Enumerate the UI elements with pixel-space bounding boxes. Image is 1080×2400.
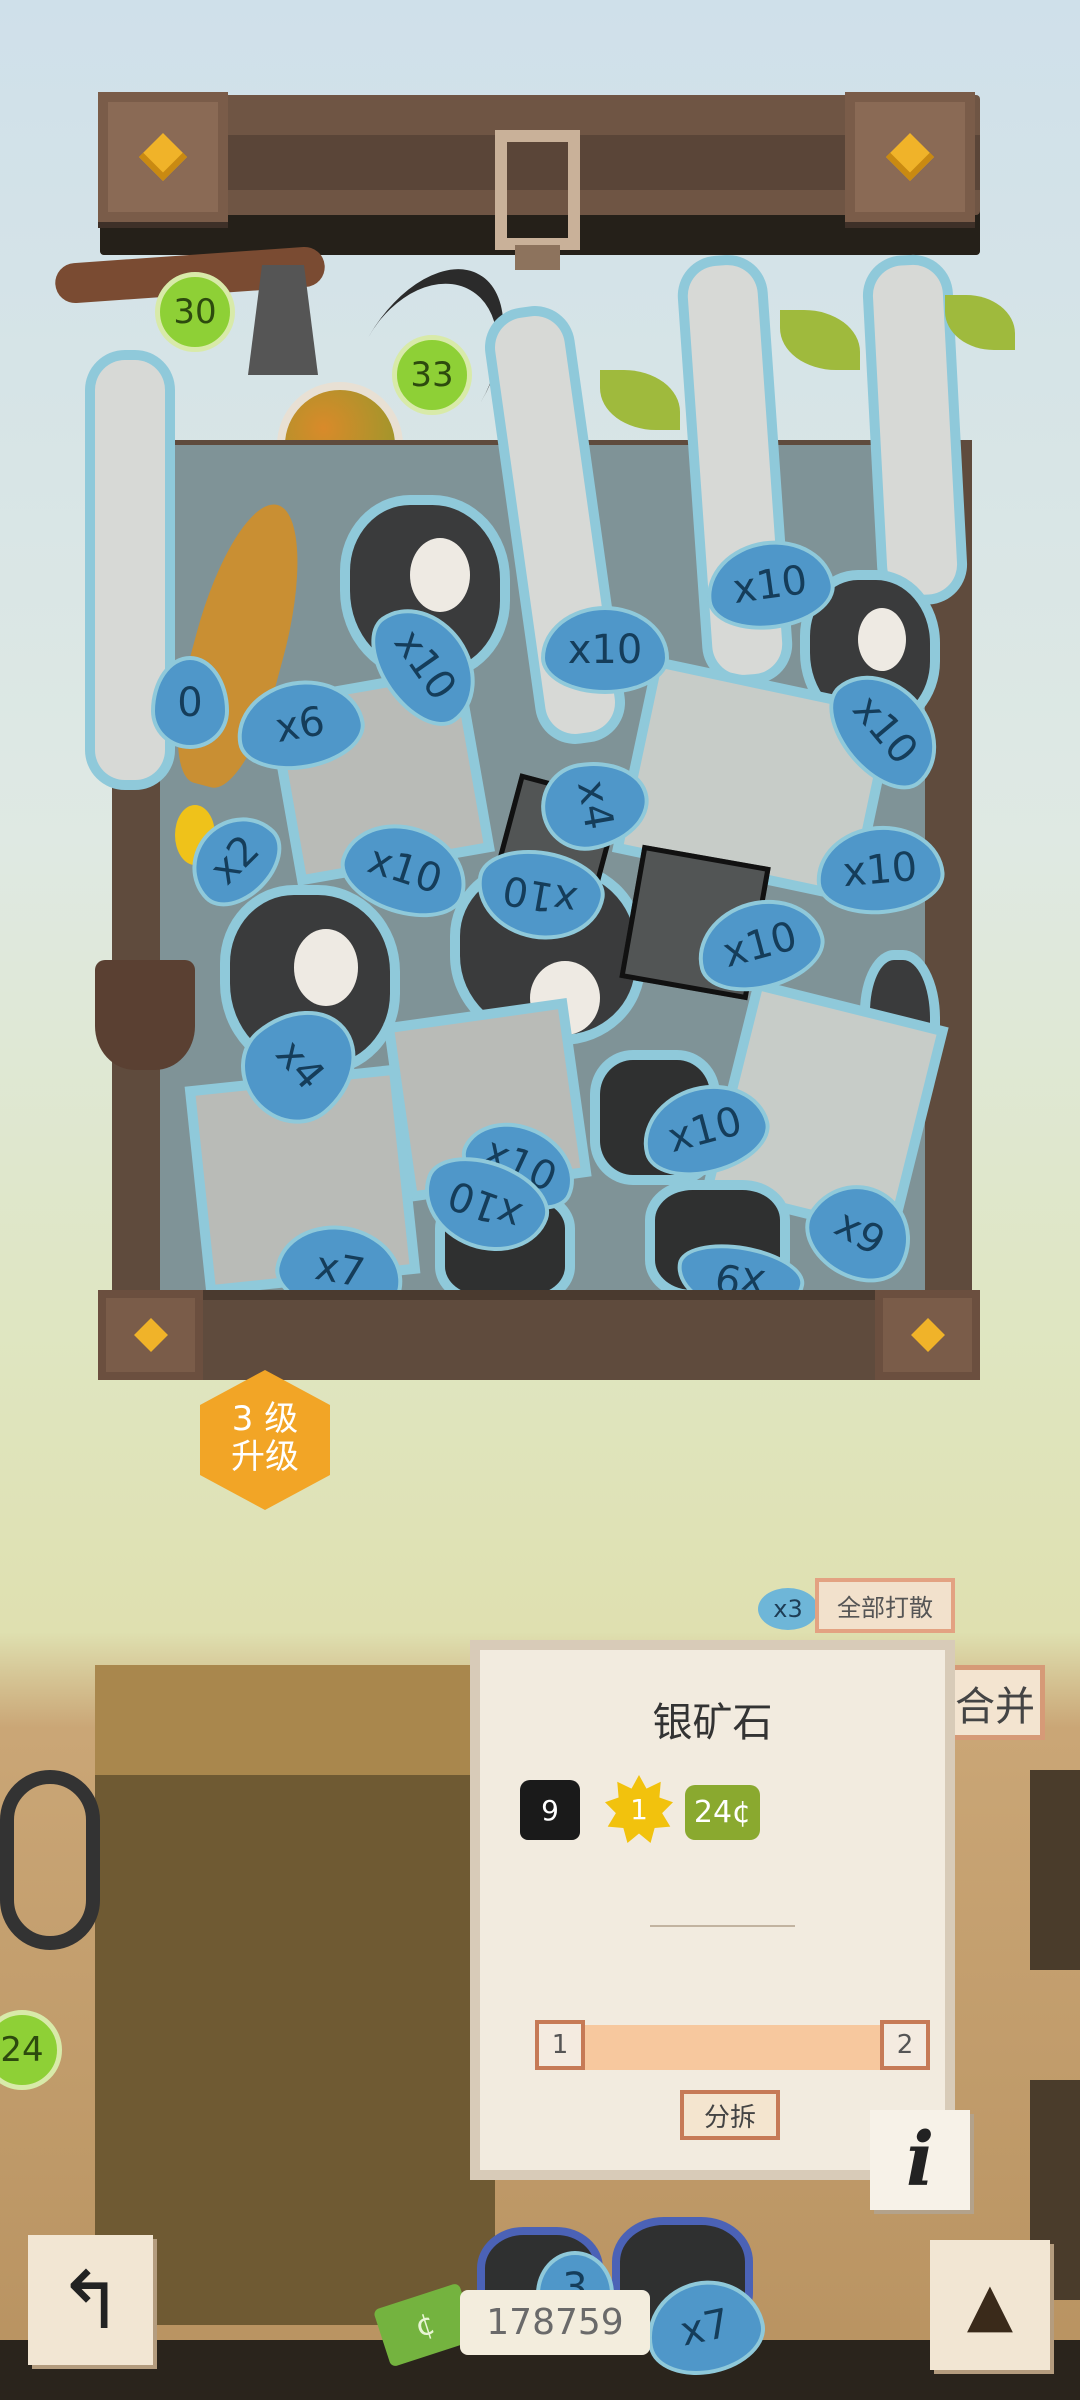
fox-character-button[interactable]: ▲: [930, 2240, 1050, 2370]
scatter-all-button[interactable]: 全部打散: [815, 1578, 955, 1633]
birch-log[interactable]: [95, 360, 165, 780]
split-slider[interactable]: [550, 2025, 885, 2070]
hook-icon[interactable]: [0, 1770, 100, 1950]
chest-corner: [845, 92, 975, 222]
back-button[interactable]: ↰: [28, 2235, 153, 2365]
price-tag: 24¢: [685, 1785, 760, 1840]
merge-button[interactable]: 合并: [945, 1665, 1045, 1740]
level-label: 3 级: [231, 1399, 299, 1439]
item-name: 银矿石: [652, 1700, 773, 1746]
level-upgrade-badge[interactable]: 3 级 升级: [200, 1370, 330, 1510]
crate-left: [95, 1665, 495, 2325]
money-display: 178759: [460, 2290, 650, 2355]
chest-latch-base: [515, 245, 560, 270]
leaf-icon: [945, 295, 1015, 350]
box-corner: [875, 1290, 980, 1380]
item-info-card: 银矿石 9 1 24¢ 1 2 分拆: [470, 1640, 955, 2180]
mortar-pestle-icon[interactable]: [95, 960, 195, 1070]
box-corner: [98, 1290, 203, 1380]
split-max[interactable]: 2: [880, 2020, 930, 2070]
info-button[interactable]: i: [870, 2110, 970, 2210]
gem-icon: [885, 132, 935, 182]
split-button[interactable]: 分拆: [680, 2090, 780, 2140]
back-arrow-icon: ↰: [56, 2253, 125, 2347]
leaf-icon: [780, 310, 860, 370]
timer-badge: 33: [392, 335, 472, 415]
card-divider: [650, 1925, 795, 1927]
scatter-count-badge: x3: [758, 1588, 818, 1630]
box-bottom-rim: [100, 1290, 980, 1380]
gem-icon: [138, 132, 188, 182]
weight-icon: 9: [520, 1780, 580, 1840]
upgrade-label: 升级: [231, 1437, 299, 1477]
fox-icon: ▲: [966, 2270, 1014, 2340]
chest-latch: [495, 130, 580, 250]
star-value-icon: 1: [605, 1775, 673, 1843]
chest-corner: [98, 92, 228, 222]
leaf-icon: [600, 370, 680, 430]
crate-right: [1030, 1770, 1080, 1970]
gem-icon: [910, 1318, 945, 1352]
timer-badge: 30: [155, 272, 235, 352]
timer-badge: 24: [0, 2010, 62, 2090]
split-min[interactable]: 1: [535, 2020, 585, 2070]
gem-icon: [133, 1318, 168, 1352]
